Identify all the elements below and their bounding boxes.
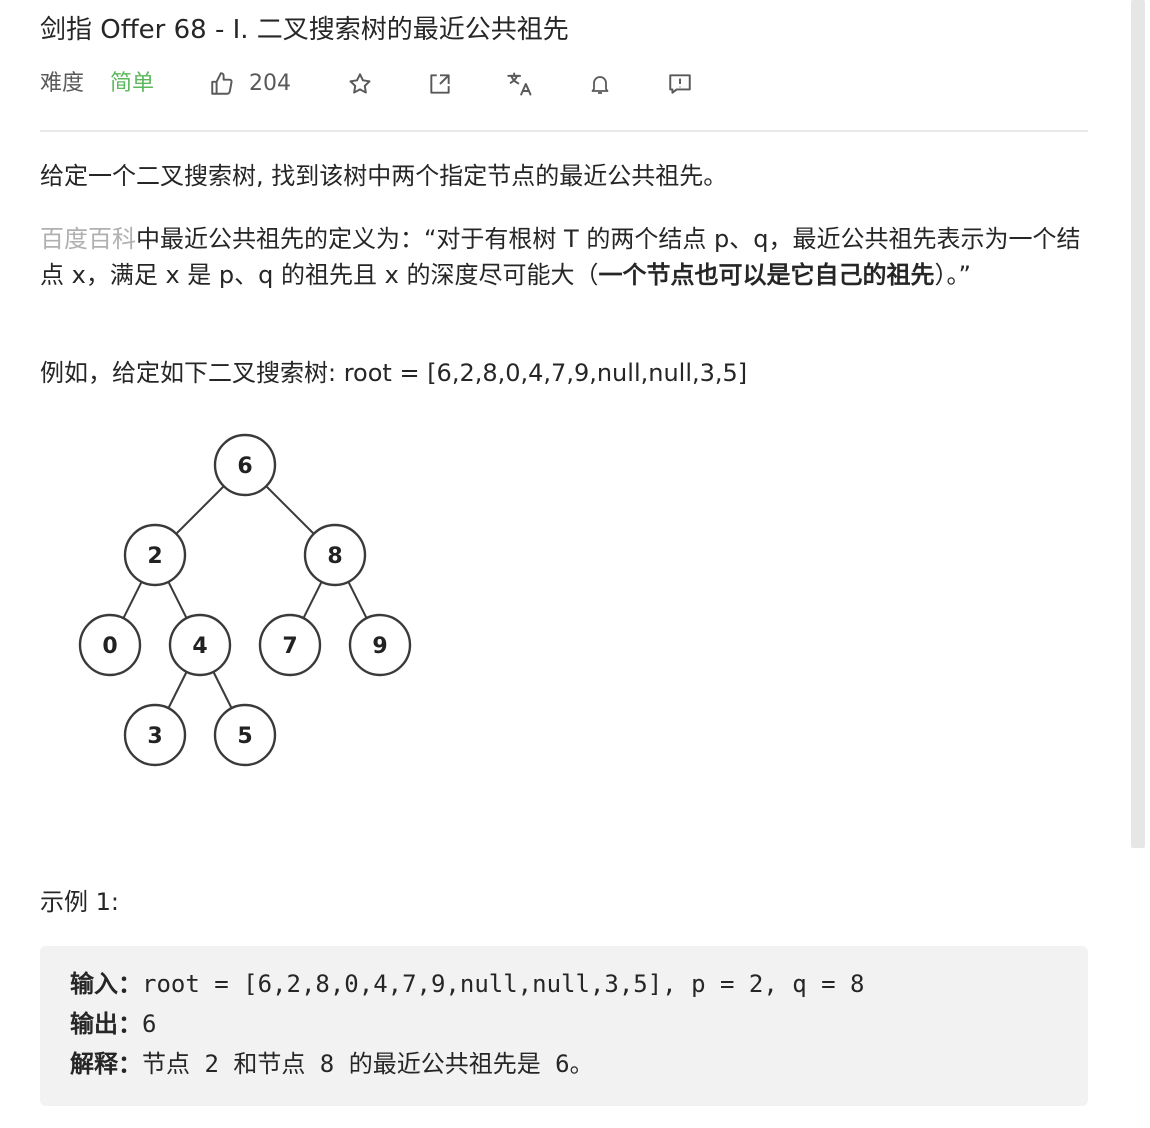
tree-node-6-label: 6 xyxy=(237,454,252,479)
output-value: 6 xyxy=(142,1010,157,1038)
binary-search-tree-diagram: 6 2 8 0 4 7 9 3 5 xyxy=(78,433,412,767)
example-output-line: 输出：6 xyxy=(70,1006,156,1042)
share-icon[interactable] xyxy=(426,70,454,98)
star-icon[interactable] xyxy=(346,70,374,98)
example-title: 示例 1: xyxy=(40,888,119,916)
difficulty-value: 简单 xyxy=(110,71,155,96)
tree-node-8: 8 xyxy=(303,523,367,587)
output-label: 输出： xyxy=(70,1010,142,1038)
explain-label: 解释： xyxy=(70,1050,142,1078)
problem-meta-bar: 难度 简单 204 xyxy=(40,66,740,102)
description-paragraph-3: 例如，给定如下二叉搜索树: root = [6,2,8,0,4,7,9,null… xyxy=(40,359,748,387)
tree-node-3: 3 xyxy=(123,703,187,767)
definition-text-b: ）。” xyxy=(934,261,971,289)
input-label: 输入： xyxy=(70,970,142,998)
example-code-block: 输入：root = [6,2,8,0,4,7,9,null,null,3,5],… xyxy=(40,946,1088,1106)
tree-node-0: 0 xyxy=(78,613,142,677)
tree-node-2-label: 2 xyxy=(147,544,162,569)
tree-node-7: 7 xyxy=(258,613,322,677)
header-divider xyxy=(40,130,1088,132)
tree-node-5: 5 xyxy=(213,703,277,767)
tree-node-4: 4 xyxy=(168,613,232,677)
definition-text-bold: 一个节点也可以是它自己的祖先 xyxy=(598,261,935,289)
tree-node-7-label: 7 xyxy=(282,634,297,659)
like-count: 204 xyxy=(249,71,291,96)
thumbs-up-icon[interactable] xyxy=(208,70,236,98)
description-paragraph-1: 给定一个二叉搜索树, 找到该树中两个指定节点的最近公共祖先。 xyxy=(40,162,728,190)
tree-node-4-label: 4 xyxy=(192,634,207,659)
example-explain-line: 解释：节点 2 和节点 8 的最近公共祖先是 6。 xyxy=(70,1046,594,1082)
explain-value: 节点 2 和节点 8 的最近公共祖先是 6。 xyxy=(142,1050,594,1078)
tree-node-9: 9 xyxy=(348,613,412,677)
tree-node-6: 6 xyxy=(213,433,277,497)
tree-node-9-label: 9 xyxy=(372,634,387,659)
tree-node-8-label: 8 xyxy=(327,544,342,569)
tree-node-0-label: 0 xyxy=(102,634,117,659)
tree-node-3-label: 3 xyxy=(147,724,162,749)
description-paragraph-2: 百度百科中最近公共祖先的定义为：“对于有根树 T 的两个结点 p、q，最近公共祖… xyxy=(40,221,1088,293)
bell-icon[interactable] xyxy=(586,70,614,98)
input-value: root = [6,2,8,0,4,7,9,null,null,3,5], p … xyxy=(142,970,865,998)
example-input-line: 输入：root = [6,2,8,0,4,7,9,null,null,3,5],… xyxy=(70,966,864,1002)
baidu-baike-link[interactable]: 百度百科 xyxy=(40,225,136,253)
vertical-scrollbar[interactable] xyxy=(1131,0,1145,848)
tree-node-5-label: 5 xyxy=(237,724,252,749)
translate-icon[interactable] xyxy=(506,70,534,98)
problem-title: 剑指 Offer 68 - I. 二叉搜索树的最近公共祖先 xyxy=(40,15,569,45)
tree-edges xyxy=(109,464,381,736)
tree-node-2: 2 xyxy=(123,523,187,587)
feedback-icon[interactable] xyxy=(666,70,694,98)
difficulty-label: 难度 xyxy=(40,71,85,96)
